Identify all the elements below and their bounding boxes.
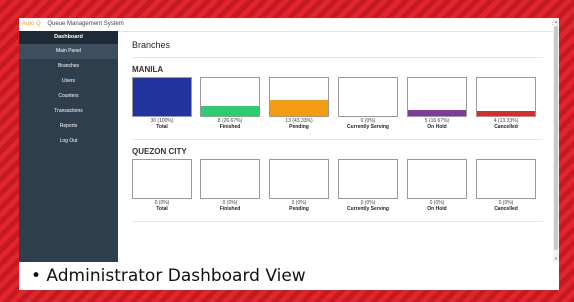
stat-card: 0 (0%) Currently Serving [338,77,398,130]
stat-card: 0 (0%) On Hold [407,159,467,212]
divider [132,57,543,58]
stat-bar [476,77,536,117]
stat-card: 0 (0%) Pending [269,159,329,212]
sidebar-item-counters[interactable]: Counters [19,89,118,104]
stat-label: Currently Serving [347,206,389,212]
caption-bar: • Administrator Dashboard View [19,262,559,290]
stat-card: 30 (100%) Total [132,77,192,130]
stat-card: 4 (13.33%) Cancelled [476,77,536,130]
sidebar-item-log-out[interactable]: Log Out [19,134,118,149]
stat-bar [200,77,260,117]
divider [132,221,543,222]
scroll-thumb[interactable] [554,26,558,250]
scroll-up-arrow-icon[interactable]: ▲ [553,19,559,24]
stat-bar [269,77,329,117]
stat-card: 0 (0%) Currently Serving [338,159,398,212]
sidebar: Dashboard Main Panel Branches Users Coun… [19,31,118,262]
stat-bar [200,159,260,199]
sidebar-item-branches[interactable]: Branches [19,59,118,74]
stat-bar [132,77,192,117]
branch-name: QUEZON CITY [132,147,187,156]
sidebar-header[interactable]: Dashboard [19,31,118,44]
app-window: Auto Q Queue Management System × Dashboa… [19,18,559,262]
stat-label: On Hold [427,124,447,130]
brand-logo: Auto Q [22,21,41,27]
stat-bar-fill [408,109,466,116]
sidebar-item-transactions[interactable]: Transactions [19,104,118,119]
sidebar-item-main-panel[interactable]: Main Panel [19,44,118,59]
stat-label: Currently Serving [347,124,389,130]
scroll-down-arrow-icon[interactable]: ▼ [553,256,559,261]
stat-bar [338,159,398,199]
branch-name: MANILA [132,65,164,74]
stat-label: On Hold [427,206,447,212]
stat-label: Finished [219,124,241,130]
stat-bar-fill [201,105,259,116]
main-panel: Branches MANILA 30 (100%) Total 8 (26.67%) F… [118,31,553,262]
stat-bar [407,159,467,199]
page-title: Branches [132,40,171,50]
stat-label: Total [156,124,168,130]
stat-bar-fill [477,110,535,116]
app-title: Queue Management System [47,21,124,27]
stat-card: 0 (0%) Finished [200,159,260,212]
stat-card: 5 (16.67%) On Hold [407,77,467,130]
stat-bar-fill [133,78,191,116]
stat-label: Pending [289,206,309,212]
divider [132,139,543,140]
stat-label: Finished [219,206,241,212]
stat-card: 0 (0%) Total [132,159,192,212]
stat-bar [407,77,467,117]
stat-bar-fill [270,99,328,116]
stat-label: Pending [289,124,309,130]
stat-label: Total [156,206,168,212]
stat-card: 0 (0%) Cancelled [476,159,536,212]
stat-card: 8 (26.67%) Finished [200,77,260,130]
stat-bar [476,159,536,199]
stat-card: 13 (43.33%) Pending [269,77,329,130]
sidebar-item-users[interactable]: Users [19,74,118,89]
title-bar: Auto Q Queue Management System × [19,18,559,32]
stat-bar [132,159,192,199]
stat-label: Cancelled [494,206,518,212]
stat-bar [338,77,398,117]
stat-bar [269,159,329,199]
caption: • Administrator Dashboard View [31,266,306,286]
stat-label: Cancelled [494,124,518,130]
scrollbar[interactable]: ▲ ▼ [553,18,559,262]
sidebar-item-reports[interactable]: Reports [19,119,118,134]
